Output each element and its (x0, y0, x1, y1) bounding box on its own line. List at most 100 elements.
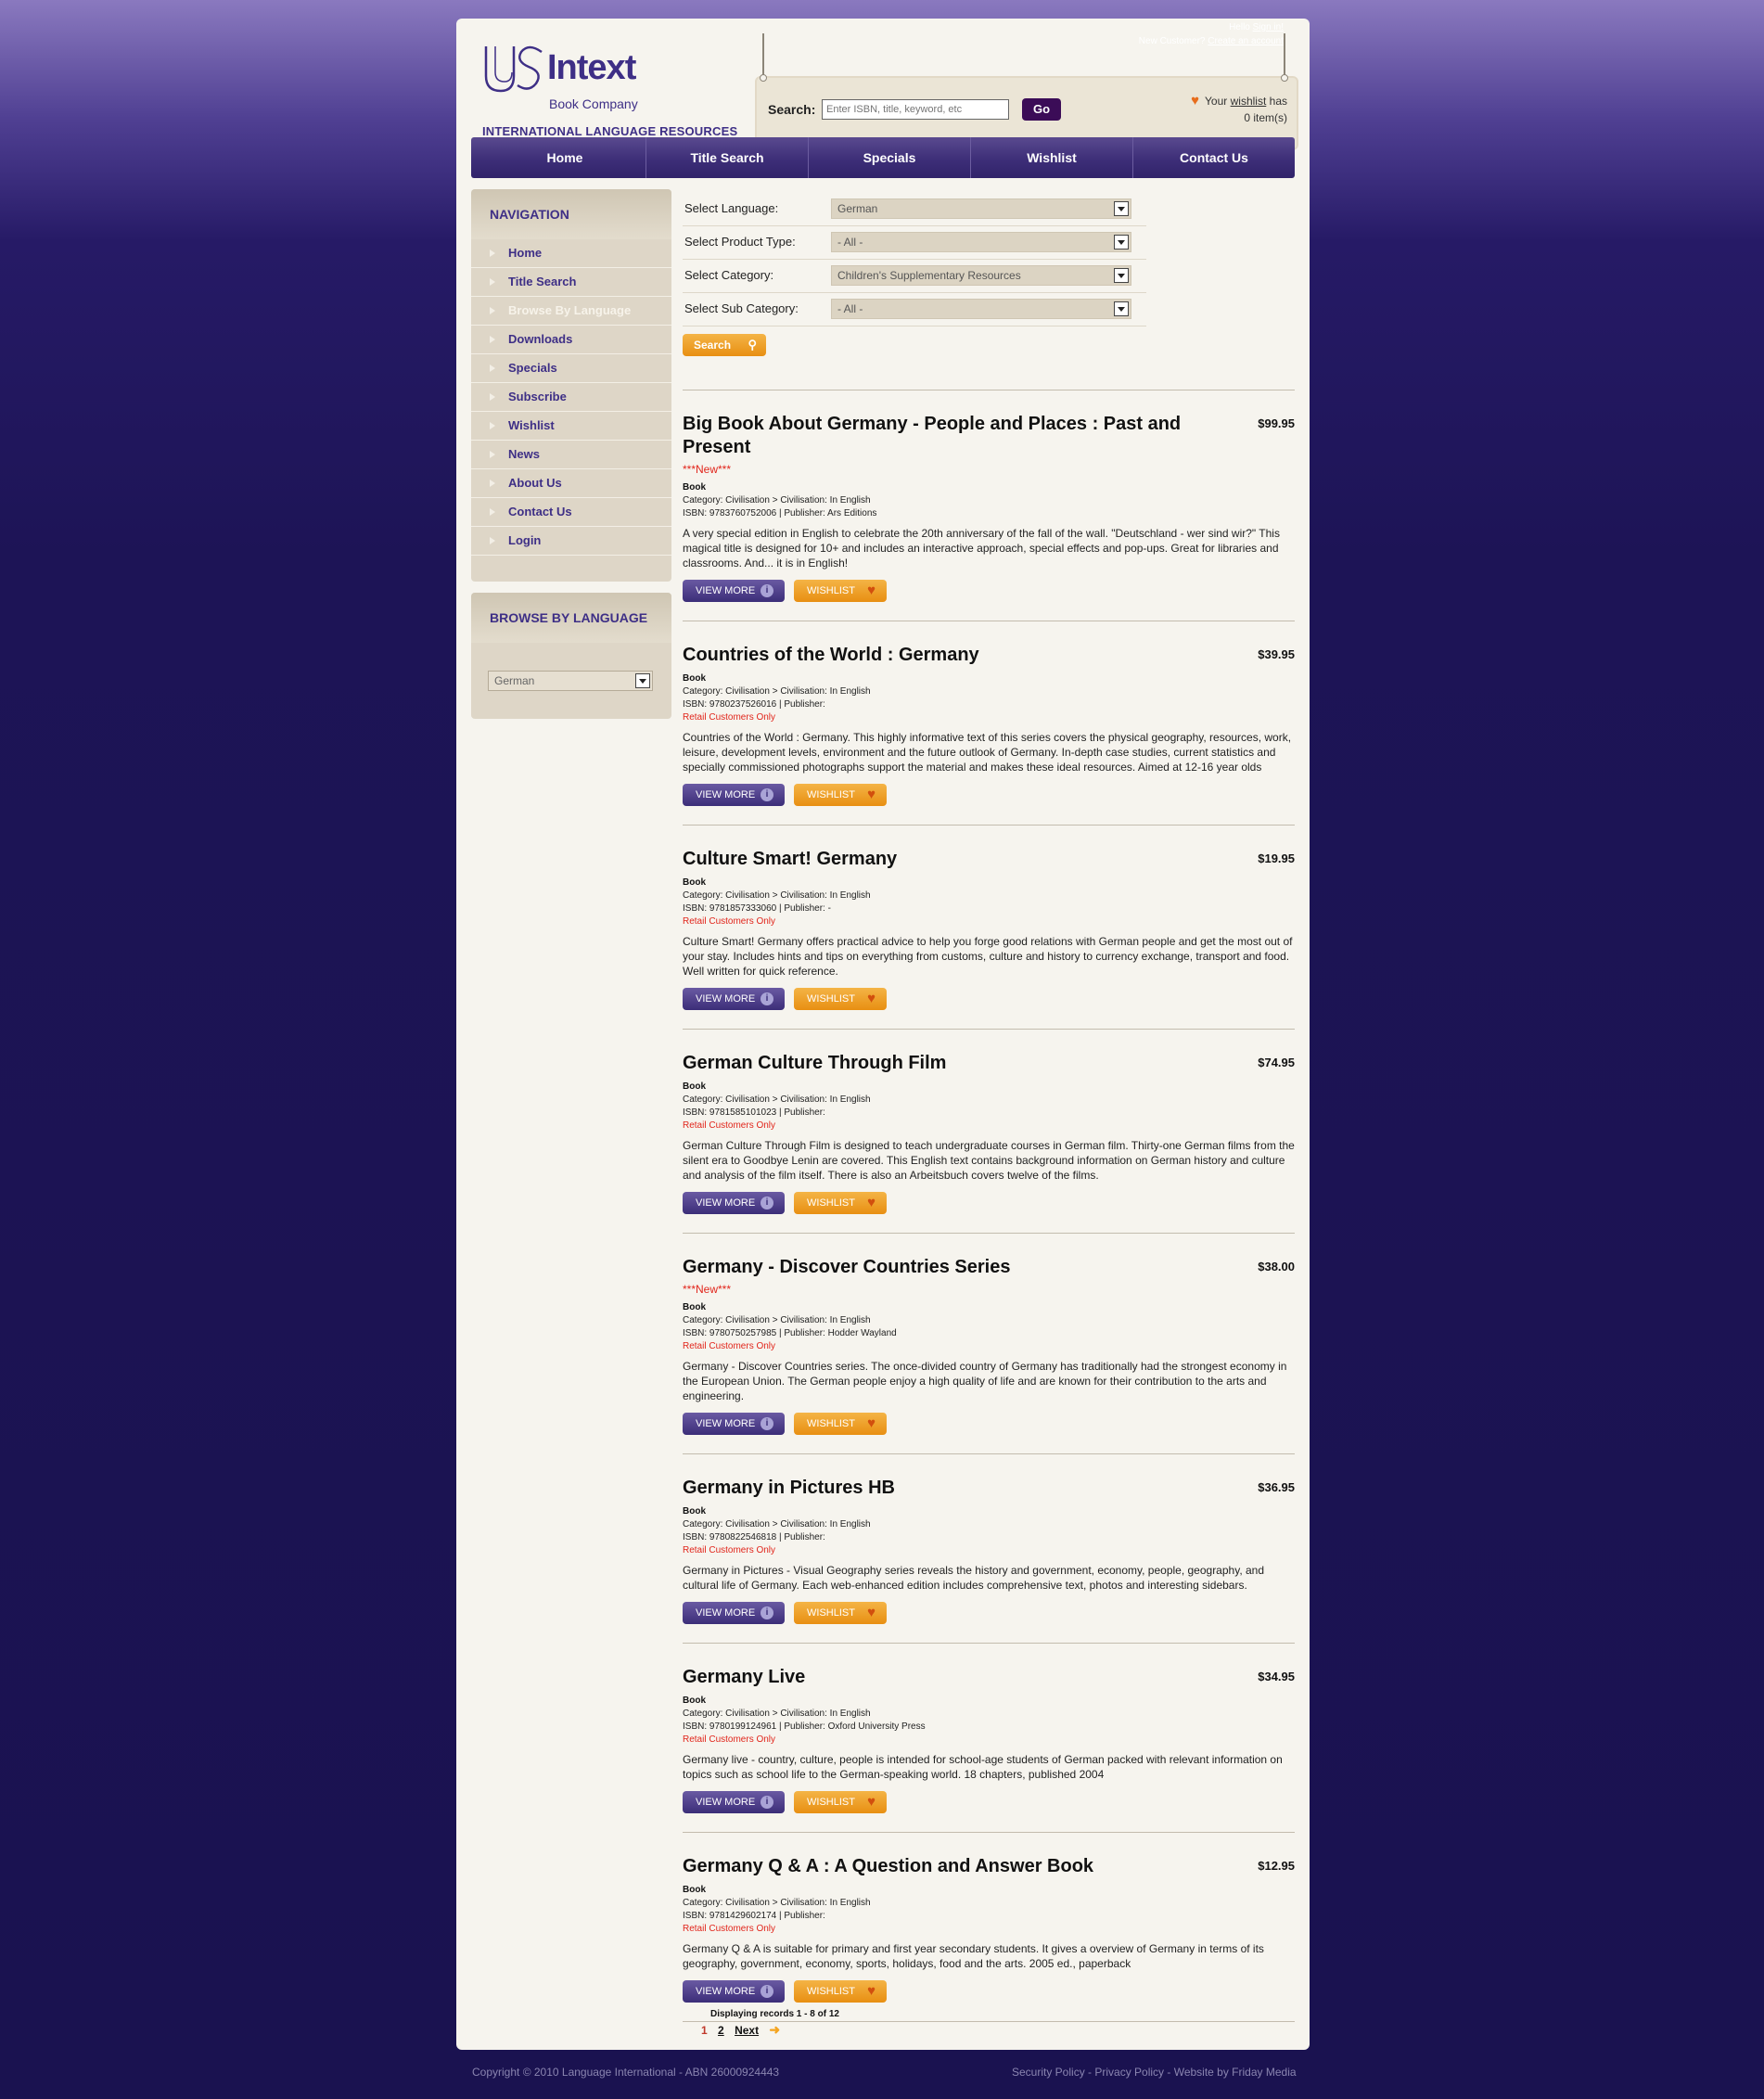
sidebar-item-title-search[interactable]: Title Search (471, 268, 671, 297)
topnav-specials[interactable]: Specials (809, 137, 971, 178)
product-isbn: ISBN: 9781857333060 | Publisher: - (683, 903, 831, 914)
decor-dot (760, 74, 767, 82)
sub-category-filter-select[interactable]: - All - (831, 299, 1131, 319)
wishlist-button-label: WISHLIST (807, 789, 855, 800)
info-icon: i (761, 1985, 773, 1998)
view-more-button[interactable]: VIEW MORE i (683, 580, 785, 602)
topnav-contact-us[interactable]: Contact Us (1133, 137, 1295, 178)
product-title[interactable]: German Culture Through Film (683, 1052, 1202, 1075)
info-icon: i (761, 992, 773, 1005)
sidebar-item-home[interactable]: Home (471, 239, 671, 268)
heart-icon: ♥ (867, 787, 876, 802)
navigation-footer (471, 556, 671, 582)
topnav-wishlist[interactable]: Wishlist (971, 137, 1133, 178)
topnav-title-search[interactable]: Title Search (646, 137, 809, 178)
language-select[interactable]: German (488, 671, 653, 691)
product-type: Book (683, 1696, 706, 1706)
product-title[interactable]: Culture Smart! Germany (683, 848, 1202, 871)
product-description: German Culture Through Film is designed … (683, 1139, 1295, 1182)
add-to-wishlist-button[interactable]: WISHLIST ♥ (794, 1413, 887, 1435)
view-more-button[interactable]: VIEW MORE i (683, 1192, 785, 1214)
add-to-wishlist-button[interactable]: WISHLIST ♥ (794, 1602, 887, 1624)
search-button[interactable]: Search ⚲ (683, 334, 766, 356)
wishlist-button-label: WISHLIST (807, 585, 855, 596)
topnav-home[interactable]: Home (484, 137, 646, 178)
add-to-wishlist-button[interactable]: WISHLIST ♥ (794, 1791, 887, 1813)
product-type-filter-select[interactable]: - All - (831, 232, 1131, 252)
next-page-link[interactable]: Next (735, 2024, 759, 2037)
page-2-link[interactable]: 2 (718, 2024, 724, 2037)
chevron-down-icon[interactable] (1114, 235, 1129, 250)
sidebar-item-downloads[interactable]: Downloads (471, 326, 671, 354)
product-price: $34.95 (1258, 1670, 1295, 1683)
product-description: Germany - Discover Countries series. The… (683, 1360, 1287, 1402)
sidebar-item-subscribe[interactable]: Subscribe (471, 383, 671, 412)
go-button[interactable]: Go (1022, 98, 1061, 121)
product-item: Culture Smart! Germany $19.95 Book Categ… (683, 826, 1295, 1029)
create-account-link[interactable]: Create an account (1208, 36, 1284, 46)
view-more-button[interactable]: VIEW MORE i (683, 988, 785, 1010)
product-isbn: ISBN: 9780822546818 | Publisher: (683, 1532, 825, 1542)
product-type: Book (683, 1885, 706, 1895)
footer-links[interactable]: Security Policy - Privacy Policy - Websi… (1012, 2066, 1297, 2079)
heart-icon: ♥ (867, 582, 876, 598)
product-title[interactable]: Countries of the World : Germany (683, 644, 1202, 667)
filter-label: Select Category: (684, 268, 774, 282)
product-actions: VIEW MORE i WISHLIST ♥ (683, 988, 1295, 1010)
search-input[interactable] (822, 99, 1009, 120)
product-item: Countries of the World : Germany $39.95 … (683, 621, 1295, 825)
heart-icon: ♥ (867, 1794, 876, 1810)
view-more-button[interactable]: VIEW MORE i (683, 1413, 785, 1435)
sidebar-item-browse-by-language[interactable]: Browse By Language (471, 297, 671, 326)
product-price: $19.95 (1258, 851, 1295, 865)
wishlist-button-label: WISHLIST (807, 993, 855, 1005)
product-actions: VIEW MORE i WISHLIST ♥ (683, 1413, 1295, 1435)
site-logo[interactable]: Intext Book Company INTERNATIONAL LANGUA… (482, 39, 737, 143)
view-more-button[interactable]: VIEW MORE i (683, 1602, 785, 1624)
logo-name: Intext (547, 48, 636, 87)
decor-dot (1281, 74, 1288, 82)
sign-in-link[interactable]: Sign in! (1253, 22, 1284, 32)
view-more-button[interactable]: VIEW MORE i (683, 1980, 785, 2003)
product-type: Book (683, 482, 706, 493)
chevron-down-icon[interactable] (1114, 268, 1129, 283)
wishlist-link[interactable]: wishlist (1231, 95, 1267, 108)
sidebar-item-wishlist[interactable]: Wishlist (471, 412, 671, 441)
product-actions: VIEW MORE i WISHLIST ♥ (683, 1602, 1295, 1624)
add-to-wishlist-button[interactable]: WISHLIST ♥ (794, 1192, 887, 1214)
sidebar-item-contact-us[interactable]: Contact Us (471, 498, 671, 527)
new-customer-text: New Customer? (1138, 36, 1206, 46)
page-links: 1 2 Next ➜ (683, 2022, 961, 2038)
product-type: Book (683, 877, 706, 888)
wishlist-has: has (1269, 95, 1287, 108)
chevron-down-icon[interactable] (1114, 301, 1129, 316)
category-filter-select[interactable]: Children's Supplementary Resources (831, 265, 1131, 286)
product-item: Germany in Pictures HB $36.95 Book Categ… (683, 1454, 1295, 1643)
filter-label: Select Sub Category: (684, 301, 799, 315)
add-to-wishlist-button[interactable]: WISHLIST ♥ (794, 784, 887, 806)
product-title[interactable]: Big Book About Germany - People and Plac… (683, 413, 1202, 459)
navigation-box: NAVIGATION Home Title Search Browse By L… (471, 189, 671, 582)
sidebar-item-about-us[interactable]: About Us (471, 469, 671, 498)
product-title[interactable]: Germany in Pictures HB (683, 1477, 1202, 1500)
sidebar-item-news[interactable]: News (471, 441, 671, 469)
chevron-down-icon[interactable] (635, 673, 650, 688)
product-title[interactable]: Germany Live (683, 1666, 1202, 1689)
view-more-button[interactable]: VIEW MORE i (683, 1791, 785, 1813)
product-title[interactable]: Germany - Discover Countries Series (683, 1256, 1202, 1279)
add-to-wishlist-button[interactable]: WISHLIST ♥ (794, 988, 887, 1010)
chevron-down-icon[interactable] (1114, 201, 1129, 216)
view-more-label: VIEW MORE (696, 1197, 756, 1209)
arrow-right-icon[interactable]: ➜ (769, 2022, 780, 2037)
retail-notice: Retail Customers Only (683, 1120, 776, 1131)
language-filter-select[interactable]: German (831, 198, 1131, 219)
filter-label: Select Language: (684, 201, 779, 215)
product-price: $74.95 (1258, 1056, 1295, 1069)
product-actions: VIEW MORE i WISHLIST ♥ (683, 1192, 1295, 1214)
product-title[interactable]: Germany Q & A : A Question and Answer Bo… (683, 1855, 1202, 1878)
add-to-wishlist-button[interactable]: WISHLIST ♥ (794, 1980, 887, 2003)
sidebar-item-login[interactable]: Login (471, 527, 671, 556)
view-more-button[interactable]: VIEW MORE i (683, 784, 785, 806)
sidebar-item-specials[interactable]: Specials (471, 354, 671, 383)
add-to-wishlist-button[interactable]: WISHLIST ♥ (794, 580, 887, 602)
